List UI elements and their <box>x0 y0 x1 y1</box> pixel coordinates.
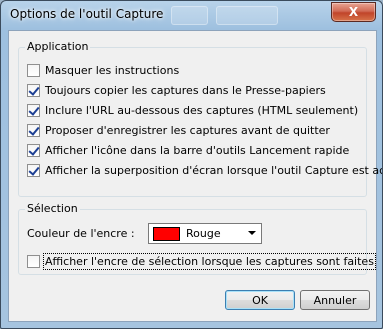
option-label: Masquer les instructions <box>45 63 180 77</box>
option-show-selection-ink[interactable]: Afficher l'encre de sélection lorsque le… <box>27 252 376 270</box>
prompt-save-checkbox[interactable] <box>27 123 40 137</box>
ink-color-dropdown[interactable]: Rouge <box>148 223 262 244</box>
background-window-ghost <box>216 6 278 25</box>
selection-group: Sélection Couleur de l'encre : Rouge Aff… <box>18 202 376 275</box>
option-label: Afficher la superposition d'écran lorsqu… <box>45 163 383 177</box>
option-label: Afficher l'icône dans la barre d'outils … <box>45 143 350 157</box>
option-label: Afficher l'encre de sélection lorsque le… <box>43 252 376 270</box>
option-label: Proposer d'enregistrer les captures avan… <box>45 123 330 137</box>
option-copy-clipboard[interactable]: Toujours copier les captures dans le Pre… <box>27 82 326 98</box>
include-url-checkbox[interactable] <box>27 103 40 117</box>
copy-clipboard-checkbox[interactable] <box>27 83 40 97</box>
option-quick-launch-icon[interactable]: Afficher l'icône dans la barre d'outils … <box>27 142 349 158</box>
option-hide-instructions[interactable]: Masquer les instructions <box>27 62 179 78</box>
option-label: Toujours copier les captures dans le Pre… <box>45 83 326 97</box>
close-button[interactable]: X <box>331 2 376 22</box>
option-prompt-save[interactable]: Proposer d'enregistrer les captures avan… <box>27 122 330 138</box>
ok-button[interactable]: OK <box>225 290 295 310</box>
title-bar[interactable]: Options de l'outil Capture X <box>1 1 382 29</box>
dropdown-arrow-icon <box>248 231 256 235</box>
option-include-url[interactable]: Inclure l'URL au-dessous des captures (H… <box>27 102 358 118</box>
quick-launch-checkbox[interactable] <box>27 143 40 157</box>
selection-group-legend: Sélection <box>25 202 80 215</box>
ink-color-label: Couleur de l'encre : <box>27 227 135 240</box>
application-group-legend: Application <box>25 40 91 53</box>
option-label: Inclure l'URL au-dessous des captures (H… <box>45 103 359 117</box>
option-screen-overlay[interactable]: Afficher la superposition d'écran lorsqu… <box>27 162 383 178</box>
background-window-ghost <box>171 6 208 25</box>
window-title: Options de l'outil Capture <box>10 7 164 21</box>
application-group: Application Masquer les instructions Tou… <box>18 40 382 197</box>
show-ink-checkbox[interactable] <box>27 254 40 268</box>
red-color-swatch <box>153 226 180 241</box>
screen-overlay-checkbox[interactable] <box>27 163 40 177</box>
hide-instructions-checkbox[interactable] <box>27 63 40 77</box>
ink-color-value: Rouge <box>186 227 221 240</box>
options-dialog: Options de l'outil Capture X Application… <box>0 0 383 329</box>
dialog-body: Application Masquer les instructions Tou… <box>8 30 382 322</box>
cancel-button[interactable]: Annuler <box>300 290 370 310</box>
